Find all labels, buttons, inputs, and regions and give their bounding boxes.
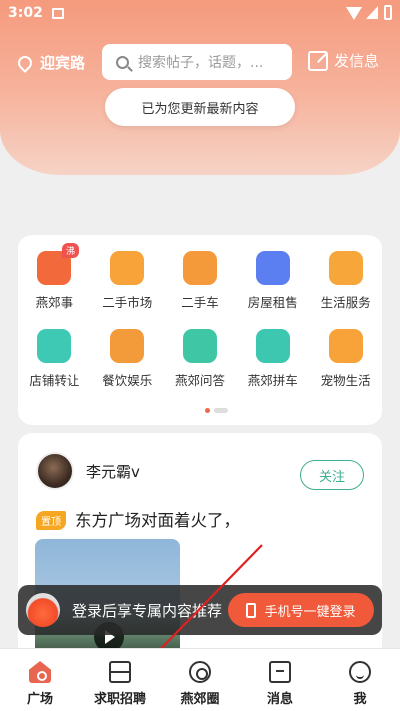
search-placeholder: 搜索帖子，话题，... bbox=[138, 55, 264, 71]
category-label: 宠物生活 bbox=[320, 373, 371, 388]
location-pin-icon bbox=[15, 52, 35, 73]
signal-icon bbox=[366, 6, 378, 19]
tab-label: 消息 bbox=[266, 692, 293, 707]
post-title[interactable]: 东方广场对面着火了， bbox=[75, 507, 240, 531]
post-info-label: 发信息 bbox=[334, 52, 380, 70]
search-input[interactable]: 搜索帖子，话题，... bbox=[102, 44, 292, 80]
avatar[interactable] bbox=[36, 452, 74, 490]
category-item[interactable]: 燕郊问答 bbox=[164, 329, 237, 389]
username[interactable]: 李元霸v bbox=[86, 461, 140, 482]
category-label: 二手车 bbox=[181, 295, 219, 310]
category-label: 二手市场 bbox=[102, 295, 153, 310]
image-notification-icon bbox=[52, 8, 64, 19]
wifi-icon bbox=[346, 7, 362, 20]
face-icon bbox=[349, 661, 371, 683]
tab-label: 燕郊圈 bbox=[180, 692, 220, 707]
shop-icon bbox=[37, 329, 72, 363]
category-item[interactable]: 二手市场 bbox=[91, 251, 164, 311]
location-label: 迎宾路 bbox=[40, 54, 86, 72]
category-label: 燕郊事 bbox=[35, 295, 74, 310]
status-bar: 3:02 bbox=[0, 0, 400, 28]
tab-label: 我 bbox=[353, 692, 367, 707]
category-item[interactable]: 宠物生活 bbox=[309, 329, 382, 389]
status-time: 3:02 bbox=[8, 5, 43, 21]
app-logo-icon bbox=[26, 593, 60, 627]
chat-icon bbox=[269, 661, 291, 683]
page-indicator bbox=[205, 408, 228, 413]
category-item[interactable]: 餐饮娱乐 bbox=[91, 329, 164, 389]
post-info-button[interactable]: 发信息 bbox=[308, 50, 379, 71]
basket-icon bbox=[110, 251, 145, 285]
category-label: 房屋租售 bbox=[247, 295, 298, 310]
page-dot-active bbox=[205, 408, 210, 413]
tab-chat[interactable]: 消息 bbox=[240, 649, 320, 711]
plant-icon bbox=[328, 251, 363, 285]
category-label: 燕郊拼车 bbox=[247, 373, 298, 388]
category-item[interactable]: 生活服务 bbox=[309, 251, 382, 311]
category-label: 餐饮娱乐 bbox=[102, 373, 153, 388]
login-banner: 登录后享专属内容推荐 手机号一键登录 bbox=[18, 585, 382, 635]
phone-login-label: 手机号一键登录 bbox=[264, 604, 356, 620]
category-item[interactable]: 房屋租售 bbox=[236, 251, 309, 311]
category-item[interactable]: 店铺转让 bbox=[18, 329, 91, 389]
phone-icon bbox=[246, 602, 257, 618]
category-label: 燕郊问答 bbox=[174, 373, 225, 388]
briefcase-icon bbox=[109, 661, 131, 683]
category-item[interactable]: 燕郊拼车 bbox=[236, 329, 309, 389]
category-label: 店铺转让 bbox=[29, 373, 80, 388]
category-grid: 沸燕郊事 二手市场 二手车 房屋租售 生活服务 店铺转让 餐饮娱乐 燕郊问答 燕郊拼车 宠物生活 bbox=[18, 243, 382, 389]
tab-home[interactable]: 广场 bbox=[0, 649, 80, 711]
login-banner-text: 登录后享专属内容推荐 bbox=[72, 601, 223, 620]
category-item[interactable]: 沸燕郊事 bbox=[18, 243, 91, 311]
location-selector[interactable]: 迎宾路 bbox=[15, 52, 86, 73]
page-dot-inactive bbox=[214, 408, 228, 413]
home-icon bbox=[29, 661, 51, 683]
refresh-notice: 已为您更新最新内容 bbox=[105, 88, 295, 126]
tab-label: 求职招聘 bbox=[93, 692, 146, 707]
category-item[interactable]: 二手车 bbox=[164, 251, 237, 311]
tab-label: 广场 bbox=[26, 692, 53, 707]
follow-button[interactable]: 关注 bbox=[300, 460, 364, 490]
paw-icon bbox=[328, 329, 363, 363]
edit-icon bbox=[308, 50, 328, 71]
carpool-icon bbox=[255, 329, 290, 363]
circle-icon bbox=[189, 661, 211, 683]
tab-briefcase[interactable]: 求职招聘 bbox=[80, 649, 160, 711]
building-icon bbox=[255, 251, 290, 285]
category-card: 沸燕郊事 二手市场 二手车 房屋租售 生活服务 店铺转让 餐饮娱乐 燕郊问答 燕郊拼车 宠物生活 bbox=[18, 235, 382, 425]
battery-icon bbox=[384, 5, 392, 20]
tab-circle[interactable]: 燕郊圈 bbox=[160, 649, 240, 711]
utensils-icon bbox=[110, 329, 145, 363]
category-label: 生活服务 bbox=[320, 295, 371, 310]
chat-bubble-icon bbox=[182, 329, 217, 363]
car-icon bbox=[182, 251, 217, 285]
bottom-tab-bar: 广场 求职招聘 燕郊圈 消息 我 bbox=[0, 648, 400, 711]
phone-login-button[interactable]: 手机号一键登录 bbox=[228, 593, 374, 627]
search-icon bbox=[116, 55, 129, 69]
tab-face[interactable]: 我 bbox=[320, 649, 400, 711]
pinned-badge: 置顶 bbox=[36, 511, 66, 530]
hot-badge: 沸 bbox=[62, 243, 80, 258]
